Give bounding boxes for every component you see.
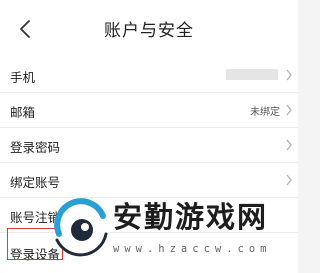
masked-phone-number (226, 69, 278, 80)
phone-label: 手机 (10, 70, 36, 85)
login-password-label: 登录密码 (10, 140, 61, 155)
bind-account-row[interactable]: 绑定账号 (0, 163, 298, 198)
account-cancel-label: 账号注销 (10, 210, 61, 225)
chevron-right-icon (286, 69, 292, 81)
phone-row[interactable]: 手机 (0, 58, 298, 93)
highlight-box (7, 228, 63, 260)
email-label: 邮箱 (10, 105, 36, 120)
chevron-right-icon (286, 104, 292, 116)
chevron-right-icon (286, 174, 292, 186)
chevron-right-icon (286, 139, 292, 151)
login-password-row[interactable]: 登录密码 (0, 128, 298, 163)
email-status: 未绑定 (250, 107, 280, 118)
email-row[interactable]: 邮箱 未绑定 (0, 93, 298, 128)
top-bar: 账户与安全 (0, 0, 298, 58)
page-title: 账户与安全 (104, 21, 194, 41)
bind-account-label: 绑定账号 (10, 175, 61, 190)
